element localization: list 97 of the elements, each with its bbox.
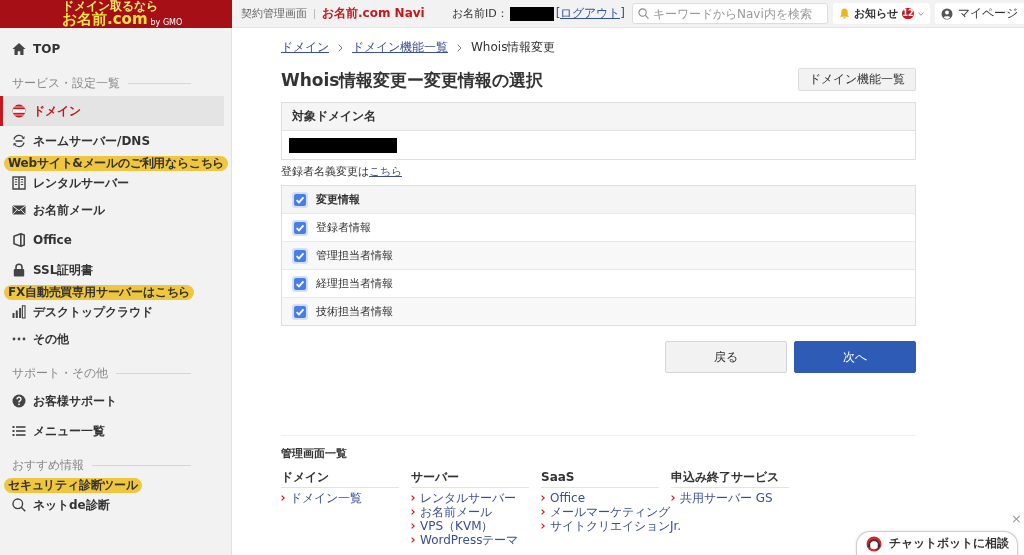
footer-link[interactable]: サイトクリエイションJr. <box>541 519 682 533</box>
options-header-label: 変更情報 <box>316 192 360 207</box>
footer-column-heading: ドメイン <box>281 470 399 488</box>
breadcrumb-link[interactable]: ドメイン <box>281 40 329 55</box>
notifications-button[interactable]: お知らせ 12 <box>833 3 930 24</box>
back-button[interactable]: 戻る <box>665 341 787 373</box>
checkbox[interactable] <box>292 303 308 320</box>
footer-column-heading: サーバー <box>411 470 529 488</box>
logo-tagline: ドメイン取るなら <box>62 0 158 12</box>
options-header-row[interactable]: 変更情報 <box>282 186 915 213</box>
chevron-icon <box>541 523 545 529</box>
checkbox[interactable] <box>292 275 308 292</box>
section-title: おすすめ情報 <box>12 459 84 472</box>
option-row[interactable]: 技術担当者情報 <box>282 297 915 325</box>
user-id-label: お名前ID： <box>451 6 508 21</box>
lock-icon <box>12 263 26 277</box>
logo-wordmark: お名前.com <box>62 12 148 27</box>
logout-link[interactable]: [ログアウト] <box>555 5 625 22</box>
logo-banner[interactable]: ドメイン取るなら お名前.com by GMO <box>0 0 232 28</box>
checkbox[interactable] <box>292 219 308 236</box>
option-label: 登録者情報 <box>316 220 371 235</box>
option-label: 経理担当者情報 <box>316 276 393 291</box>
breadcrumb-current: Whois情報変更 <box>471 40 556 55</box>
promo-badge[interactable]: FX自動売買専用サーバーはこちら <box>4 285 195 300</box>
striped-disc-icon <box>12 104 26 118</box>
sidebar-item[interactable]: デスクトップクラウド <box>0 300 224 324</box>
sidebar-item[interactable]: ネームサーバー/DNS <box>0 126 224 156</box>
footer-link[interactable]: メールマーケティング <box>541 505 670 519</box>
app-name: お名前.com Navi <box>322 5 425 22</box>
redaction-block <box>509 6 554 21</box>
sidebar-item[interactable]: その他 <box>0 324 224 354</box>
envelope-icon <box>12 203 26 217</box>
footer-link[interactable]: ドメイン一覧 <box>281 491 362 505</box>
footer-link[interactable]: WordPressテーマ <box>411 533 519 547</box>
sidebar-item[interactable]: レンタルサーバー <box>0 171 224 195</box>
mypage-button[interactable]: マイページ <box>935 3 1024 24</box>
sidebar-item[interactable]: お客様サポート <box>0 386 224 416</box>
count-badge: 12 <box>902 8 914 19</box>
option-row[interactable]: 管理担当者情報 <box>282 241 915 269</box>
section-title: サポート・その他 <box>12 367 108 380</box>
footer-link[interactable]: レンタルサーバー <box>411 491 516 505</box>
list-icon <box>12 425 26 437</box>
chevron-icon <box>541 509 545 515</box>
search-field[interactable]: キーワードからNavi内を検索 <box>632 3 828 24</box>
footer-link[interactable]: 共用サーバー GS <box>671 491 773 505</box>
footer-link[interactable]: お名前メール <box>411 505 492 519</box>
cycle-arrows-icon <box>12 134 26 148</box>
chevron-icon <box>411 509 415 515</box>
chevron-icon <box>541 495 545 501</box>
option-label: 管理担当者情報 <box>316 248 393 263</box>
note-link[interactable]: こちら <box>369 165 402 178</box>
breadcrumb-link[interactable]: ドメイン機能一覧 <box>352 40 448 55</box>
chevron-icon <box>281 495 285 501</box>
footer-column-heading: 申込み終了サービス <box>671 470 789 488</box>
signal-icon <box>12 305 26 319</box>
section-title: サービス・設定一覧 <box>12 77 120 90</box>
chevron-icon <box>411 523 415 529</box>
checkbox[interactable] <box>292 191 308 208</box>
promo-badge[interactable]: Webサイト&メールのご利用ならこちら <box>4 156 229 171</box>
header-section-label: 契約管理画面 <box>241 6 307 21</box>
sidebar-item[interactable]: ネットde診断 <box>0 493 224 517</box>
sidebar-item[interactable]: ドメイン <box>0 96 224 126</box>
caret-icon <box>918 11 924 16</box>
footer-title: 管理画面一覧 <box>281 446 348 461</box>
sidebar-item[interactable]: Office <box>0 225 224 255</box>
sidebar-item[interactable]: SSL証明書 <box>0 255 224 285</box>
page-title: Whois情報変更ー変更情報の選択 <box>281 69 544 92</box>
chevron-icon <box>411 537 415 543</box>
chatbot-button[interactable]: チャットボットに相談 <box>856 531 1018 555</box>
chevron-icon <box>457 43 462 52</box>
promo-badge[interactable]: セキュリティ診断ツール <box>4 478 142 493</box>
footer-link[interactable]: Office <box>541 491 586 505</box>
chevron-icon <box>338 43 343 52</box>
chevron-icon <box>411 495 415 501</box>
sidebar-item[interactable]: TOP <box>0 34 224 64</box>
headset-icon <box>865 535 882 552</box>
door-icon <box>12 233 26 247</box>
feature-list-button[interactable]: ドメイン機能一覧 <box>798 68 916 91</box>
footer-column-heading: SaaS <box>541 470 659 488</box>
option-label: 技術担当者情報 <box>316 304 393 319</box>
help-icon <box>12 394 26 408</box>
footer-link[interactable]: VPS（KVM） <box>411 519 494 533</box>
building-icon <box>12 176 26 190</box>
checkbox[interactable] <box>292 247 308 264</box>
search-icon <box>638 8 649 19</box>
search-icon <box>12 498 26 512</box>
sidebar-item[interactable]: メニュー一覧 <box>0 416 224 446</box>
dots-icon <box>12 337 26 341</box>
note-text: 登録者名義変更はこちら <box>281 165 403 178</box>
next-button[interactable]: 次へ <box>794 341 916 373</box>
user-icon <box>941 7 953 20</box>
sidebar-item[interactable]: お名前メール <box>0 195 224 225</box>
logo-byline: by GMO <box>150 18 183 27</box>
chevron-icon <box>671 495 675 501</box>
bell-icon <box>839 8 850 19</box>
home-icon <box>12 42 26 56</box>
column-header: 対象ドメイン名 <box>282 103 915 130</box>
